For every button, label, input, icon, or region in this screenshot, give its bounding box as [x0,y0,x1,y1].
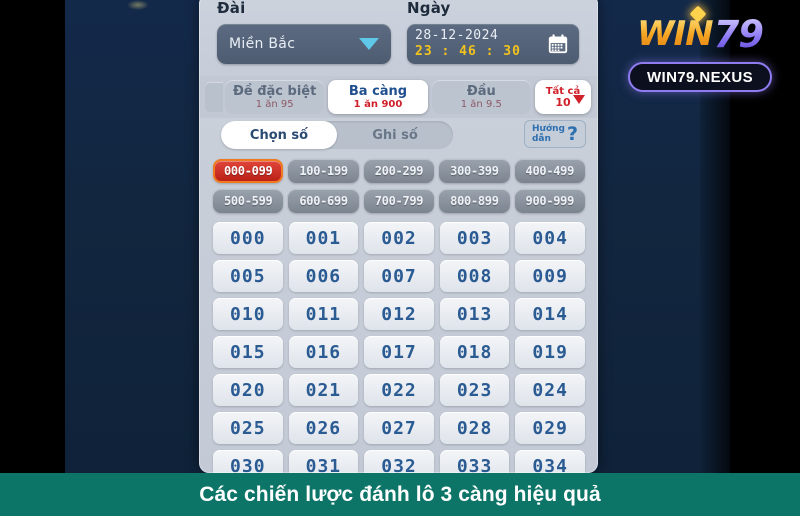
number-button[interactable]: 029 [515,412,585,444]
guide-line-2: dẫn [531,134,551,144]
bet-type-odds: 1 ăn 9.5 [460,98,502,110]
number-button[interactable]: 000 [213,222,283,254]
number-button[interactable]: 025 [213,412,283,444]
range-button[interactable]: 600-699 [288,189,359,213]
calendar-icon [548,34,568,54]
number-button[interactable]: 018 [439,336,510,368]
logo-text-win: WIN [636,14,714,54]
number-button[interactable]: 024 [515,374,585,406]
logo-domain-text: WIN79.NEXUS [646,68,754,86]
number-button[interactable]: 008 [439,260,510,292]
number-button[interactable]: 021 [288,374,359,406]
station-select-value: Miền Bắc [229,36,296,52]
bet-type-bar: Đề đặc biệt 1 ăn 95 Ba càng 1 ăn 900 Đầu… [199,76,598,118]
number-button[interactable]: 031 [288,450,359,473]
number-button[interactable]: 013 [439,298,510,330]
logo-wordmark: WIN 79 [620,5,780,58]
number-button[interactable]: 026 [288,412,359,444]
bet-type-odds: 1 ăn 95 [255,98,294,110]
station-label: Đài [217,0,246,17]
range-button[interactable]: 100-199 [288,159,359,183]
number-button[interactable]: 020 [213,374,283,406]
win79-logo: WIN 79 WIN79.NEXUS [620,5,780,102]
number-button[interactable]: 015 [213,336,283,368]
panel-header: Đài Ngày Miền Bắc 28-12-2024 23 : 46 : 3… [199,0,598,76]
caption-bar: Các chiến lược đánh lô 3 càng hiệu quả [0,473,800,516]
number-grid: 000 001 002 003 004 005 006 007 008 009 … [213,222,585,473]
filter-value: 10 [555,95,571,109]
number-button[interactable]: 027 [364,412,434,444]
range-button[interactable]: 500-599 [213,189,284,213]
logo-text-79: 79 [713,12,764,56]
guide-line-1: Hướng [531,124,565,134]
number-button[interactable]: 003 [439,222,510,254]
number-button[interactable]: 005 [213,260,283,292]
range-button[interactable]: 000-099 [213,159,284,183]
number-button[interactable]: 004 [515,222,585,254]
number-button[interactable]: 022 [364,374,434,406]
number-button[interactable]: 016 [288,336,359,368]
bet-type-de-dac-biet[interactable]: Đề đặc biệt 1 ăn 95 [225,80,325,114]
bet-type-odds: 1 ăn 900 [353,98,403,110]
number-button[interactable]: 009 [515,260,585,292]
date-picker[interactable]: 28-12-2024 23 : 46 : 30 [407,24,579,64]
quantity-filter-dropdown[interactable]: Tất cả 10 [534,80,591,114]
number-button[interactable]: 001 [288,222,359,254]
logo-domain-pill: WIN79.NEXUS [628,62,772,92]
bet-type-scroll-edge[interactable] [205,82,223,112]
number-button[interactable]: 012 [364,298,434,330]
range-button[interactable]: 300-399 [439,159,510,183]
number-button[interactable]: 030 [213,450,283,473]
mode-tab-bar: Chọn số Ghi số Hướng dẫn ? [199,120,598,152]
guide-button[interactable]: Hướng dẫn ? [524,120,586,148]
mode-tab-track: Chọn số Ghi số [221,121,453,149]
number-button[interactable]: 034 [515,450,585,473]
number-button[interactable]: 019 [515,336,585,368]
number-button[interactable]: 023 [439,374,510,406]
range-grid: 000-099 100-199 200-299 300-399 400-499 … [213,159,585,213]
number-button[interactable]: 017 [364,336,434,368]
sparkle-decoration [127,0,149,10]
bet-type-ba-cang[interactable]: Ba càng 1 ăn 900 [328,80,428,114]
number-range-selector: 000-099 100-199 200-299 300-399 400-499 … [213,159,585,213]
number-button[interactable]: 006 [288,260,359,292]
tab-ghi-so[interactable]: Ghi số [337,121,453,149]
number-button[interactable]: 011 [288,298,359,330]
range-button[interactable]: 700-799 [363,189,435,213]
number-button[interactable]: 028 [439,412,510,444]
number-button[interactable]: 002 [364,222,434,254]
chevron-down-icon [572,95,585,104]
bet-type-name: Đề đặc biệt [232,83,317,99]
range-button[interactable]: 900-999 [514,189,585,213]
screenshot-root: Đài Ngày Miền Bắc 28-12-2024 23 : 46 : 3… [0,0,800,516]
range-button[interactable]: 200-299 [363,159,435,183]
bet-type-name: Đầu [466,83,496,99]
number-pad: 000 001 002 003 004 005 006 007 008 009 … [213,222,585,473]
date-label: Ngày [407,0,451,17]
bet-type-name: Ba càng [348,83,408,99]
question-mark-icon: ? [566,122,578,145]
station-select[interactable]: Miền Bắc [217,24,391,64]
range-button[interactable]: 400-499 [514,159,585,183]
range-button[interactable]: 800-899 [439,189,510,213]
number-button[interactable]: 033 [439,450,510,473]
number-button[interactable]: 007 [364,260,434,292]
lottery-app-panel: Đài Ngày Miền Bắc 28-12-2024 23 : 46 : 3… [199,0,598,473]
tab-chon-so[interactable]: Chọn số [221,121,337,149]
bet-type-dau[interactable]: Đầu 1 ăn 9.5 [431,80,531,114]
caption-text: Các chiến lược đánh lô 3 càng hiệu quả [199,482,601,506]
guide-button-text: Hướng dẫn [532,124,565,144]
number-button[interactable]: 010 [213,298,283,330]
number-button[interactable]: 014 [515,298,585,330]
number-button[interactable]: 032 [364,450,434,473]
chevron-down-icon [359,38,379,50]
